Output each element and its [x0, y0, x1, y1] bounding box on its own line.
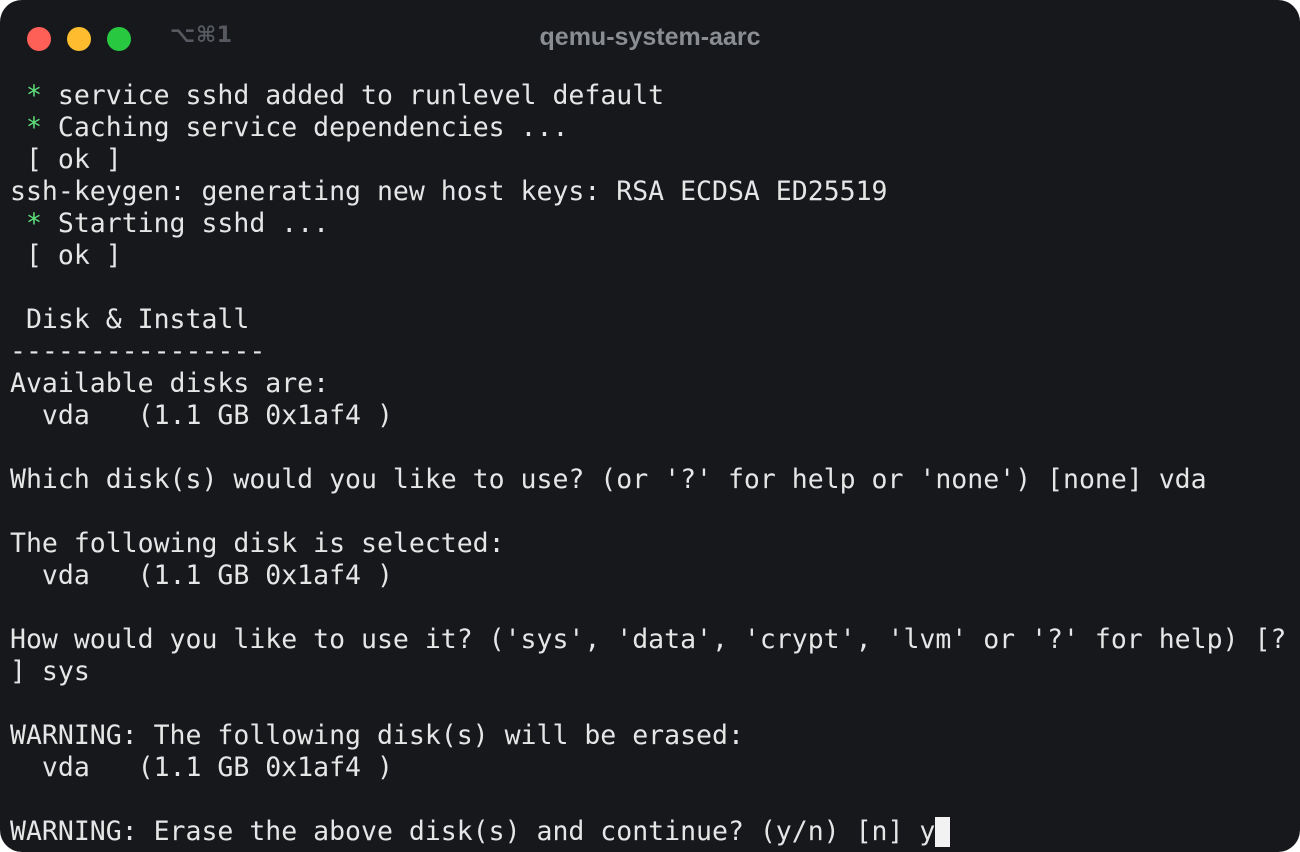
terminal-line: [ ok ] — [10, 240, 1290, 272]
terminal-line: * service sshd added to runlevel default — [10, 80, 1290, 112]
terminal-line-text: WARNING: The following disk(s) will be e… — [10, 720, 744, 751]
terminal-line: * Starting sshd ... — [10, 208, 1290, 240]
terminal-line-text: The following disk is selected: — [10, 528, 505, 559]
terminal-line: vda (1.1 GB 0x1af4 ) — [10, 752, 1290, 784]
terminal-line-text: WARNING: Erase the above disk(s) and con… — [10, 816, 936, 847]
status-star: * — [10, 80, 42, 111]
terminal-line-text: Caching service dependencies ... — [41, 112, 569, 143]
title-bar[interactable]: ⌥⌘1 qemu-system-aarc — [0, 0, 1300, 76]
terminal-line-text: [ ok ] — [10, 144, 122, 175]
terminal-window: ⌥⌘1 qemu-system-aarc * service sshd adde… — [0, 0, 1300, 852]
terminal-line: Available disks are: — [10, 368, 1290, 400]
terminal-line: * Caching service dependencies ... — [10, 112, 1290, 144]
text-cursor — [935, 817, 951, 847]
terminal-line-text: vda (1.1 GB 0x1af4 ) — [10, 560, 393, 591]
terminal-line-text: service sshd added to runlevel default — [41, 80, 665, 111]
terminal-line-text: Starting sshd ... — [41, 208, 330, 239]
terminal-output[interactable]: * service sshd added to runlevel default… — [10, 80, 1290, 850]
window-title: qemu-system-aarc — [539, 23, 761, 51]
terminal-line: How would you like to use it? ('sys', 'd… — [10, 624, 1290, 656]
terminal-line-text: vda (1.1 GB 0x1af4 ) — [10, 752, 393, 783]
terminal-line: vda (1.1 GB 0x1af4 ) — [10, 400, 1290, 432]
terminal-line-text: Available disks are: — [10, 368, 330, 399]
terminal-line-text: vda (1.1 GB 0x1af4 ) — [10, 400, 393, 431]
terminal-line: [ ok ] — [10, 144, 1290, 176]
terminal-line: Disk & Install — [10, 304, 1290, 336]
terminal-line-text: ] sys — [10, 656, 90, 687]
terminal-line: ] sys — [10, 656, 1290, 688]
terminal-line-text: Disk & Install — [10, 304, 250, 335]
terminal-line-text: ssh-keygen: generating new host keys: RS… — [10, 176, 888, 207]
terminal-line: vda (1.1 GB 0x1af4 ) — [10, 560, 1290, 592]
terminal-line-text: ---------------- — [10, 336, 266, 367]
terminal-line: WARNING: Erase the above disk(s) and con… — [10, 816, 1290, 848]
terminal-line-text: How would you like to use it? ('sys', 'd… — [10, 624, 1287, 655]
terminal-line: Which disk(s) would you like to use? (or… — [10, 464, 1290, 496]
terminal-line: The following disk is selected: — [10, 528, 1290, 560]
status-star: * — [10, 112, 42, 143]
terminal-line: ---------------- — [10, 336, 1290, 368]
terminal-line: WARNING: The following disk(s) will be e… — [10, 720, 1290, 752]
terminal-line-text: [ ok ] — [10, 240, 122, 271]
terminal-line: ssh-keygen: generating new host keys: RS… — [10, 176, 1290, 208]
terminal-line-text: Which disk(s) would you like to use? (or… — [10, 464, 1207, 495]
status-star: * — [10, 208, 42, 239]
